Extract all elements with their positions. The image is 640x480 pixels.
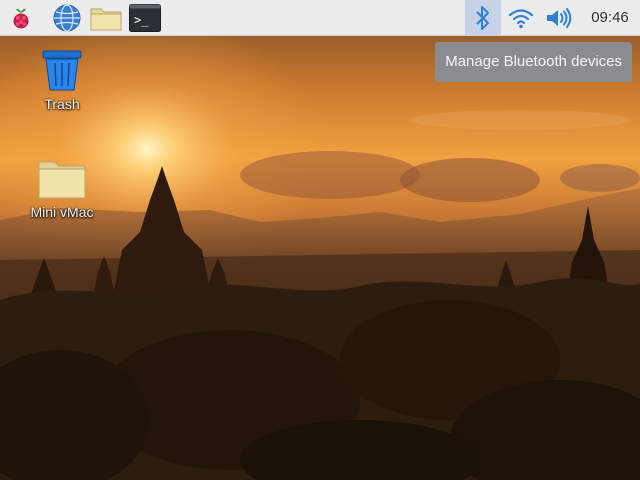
web-browser-button[interactable]	[50, 2, 84, 34]
terminal-icon: >_	[129, 4, 161, 32]
volume-button[interactable]	[542, 2, 576, 34]
terminal-glyph: >_	[134, 13, 149, 27]
bluetooth-tooltip: Manage Bluetooth devices	[435, 42, 632, 82]
raspberry-menu-button[interactable]	[4, 2, 38, 34]
folder-icon	[38, 161, 86, 199]
clock[interactable]: 09:46	[580, 0, 640, 36]
desktop-icon-mini-vmac[interactable]: Mini vMac	[22, 158, 102, 220]
wifi-button[interactable]	[504, 2, 538, 34]
terminal-button[interactable]: >_	[127, 2, 163, 34]
raspberry-icon	[13, 8, 29, 29]
folder-icon	[90, 8, 122, 31]
desktop-icon-label: Trash	[44, 96, 80, 112]
bluetooth-button[interactable]	[465, 0, 501, 36]
volume-icon	[547, 8, 572, 28]
desktop-icon-label: Mini vMac	[30, 204, 94, 220]
bluetooth-icon	[476, 6, 489, 30]
file-manager-button[interactable]	[88, 2, 124, 34]
wifi-icon	[508, 9, 534, 29]
desktop-icon-trash[interactable]: Trash	[22, 48, 102, 112]
globe-icon	[53, 4, 81, 32]
top-panel: >_ 09:46	[0, 0, 640, 36]
trash-icon	[42, 50, 82, 91]
